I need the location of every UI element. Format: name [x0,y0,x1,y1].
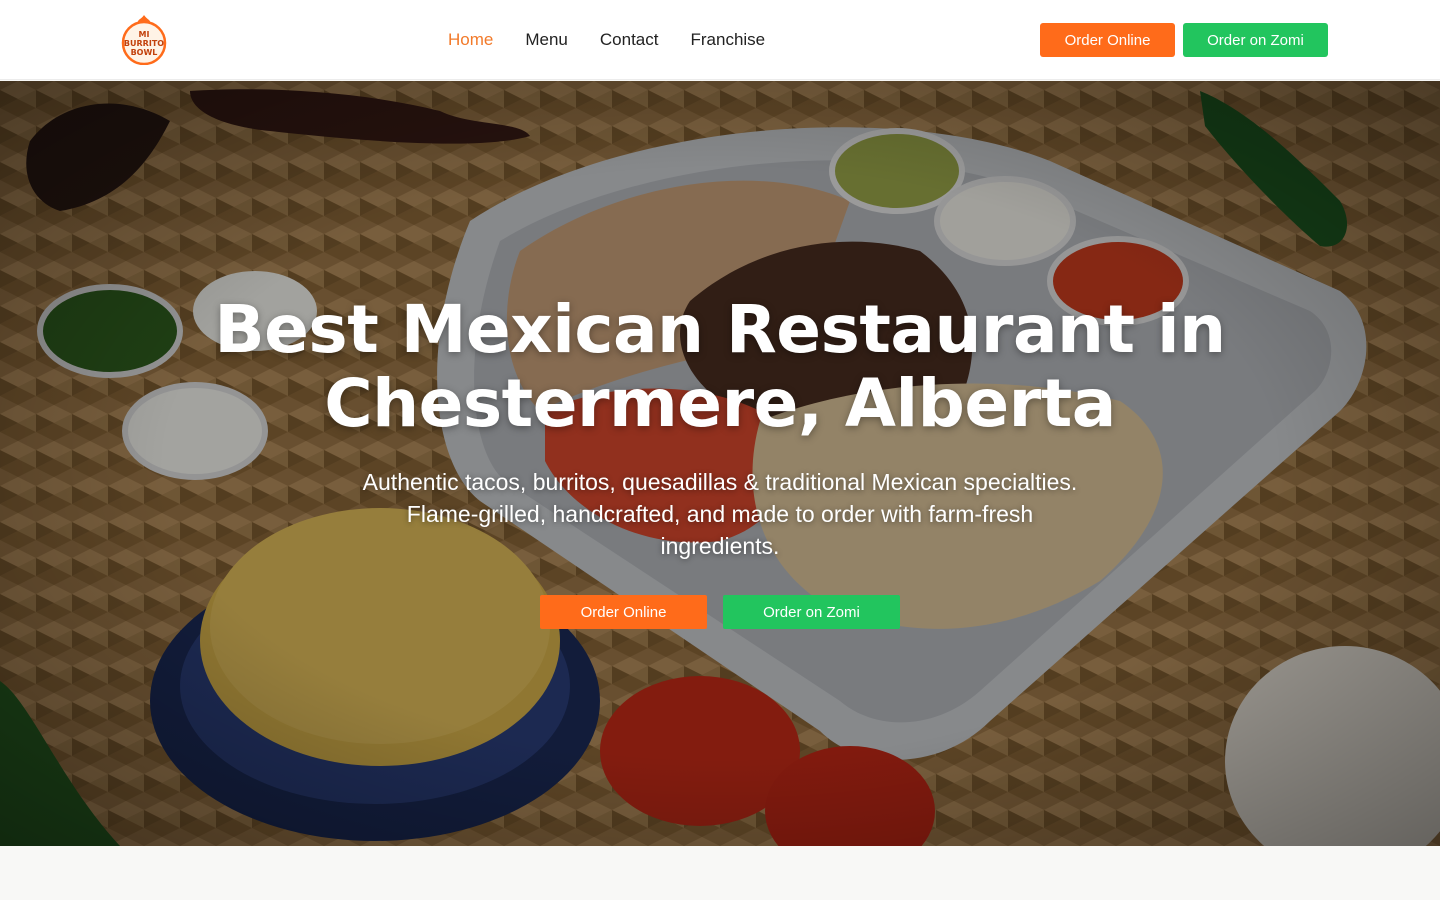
hero-content: Best Mexican Restaurant in Chestermere, … [0,81,1440,846]
hero-subtitle: Authentic tacos, burritos, quesadillas &… [362,469,1078,559]
nav-menu[interactable]: Menu [525,30,568,50]
site-header: MI BURRITO BOWL Home Menu Contact Franch… [0,0,1440,80]
hero-section: Best Mexican Restaurant in Chestermere, … [0,81,1440,846]
nav-franchise[interactable]: Franchise [690,30,765,50]
nav-contact[interactable]: Contact [600,30,659,50]
hero-title-line2: Chestermere, Alberta [324,365,1116,442]
main-nav: Home Menu Contact Franchise [448,0,797,80]
header-order-online-button[interactable]: Order Online [1040,23,1175,57]
logo[interactable]: MI BURRITO BOWL [119,13,169,66]
hero-title-line1: Best Mexican Restaurant in [214,291,1226,368]
svg-text:BURRITO: BURRITO [124,39,164,48]
flame-bowl-logo-icon: MI BURRITO BOWL [121,15,167,66]
hero-order-zomi-button[interactable]: Order on Zomi [723,595,900,629]
hero-title: Best Mexican Restaurant in Chestermere, … [120,293,1320,441]
hero-order-online-button[interactable]: Order Online [540,595,707,629]
nav-home[interactable]: Home [448,30,493,50]
svg-text:MI: MI [139,30,150,39]
next-section [0,846,1440,900]
svg-text:BOWL: BOWL [131,48,158,57]
header-order-zomi-button[interactable]: Order on Zomi [1183,23,1328,57]
